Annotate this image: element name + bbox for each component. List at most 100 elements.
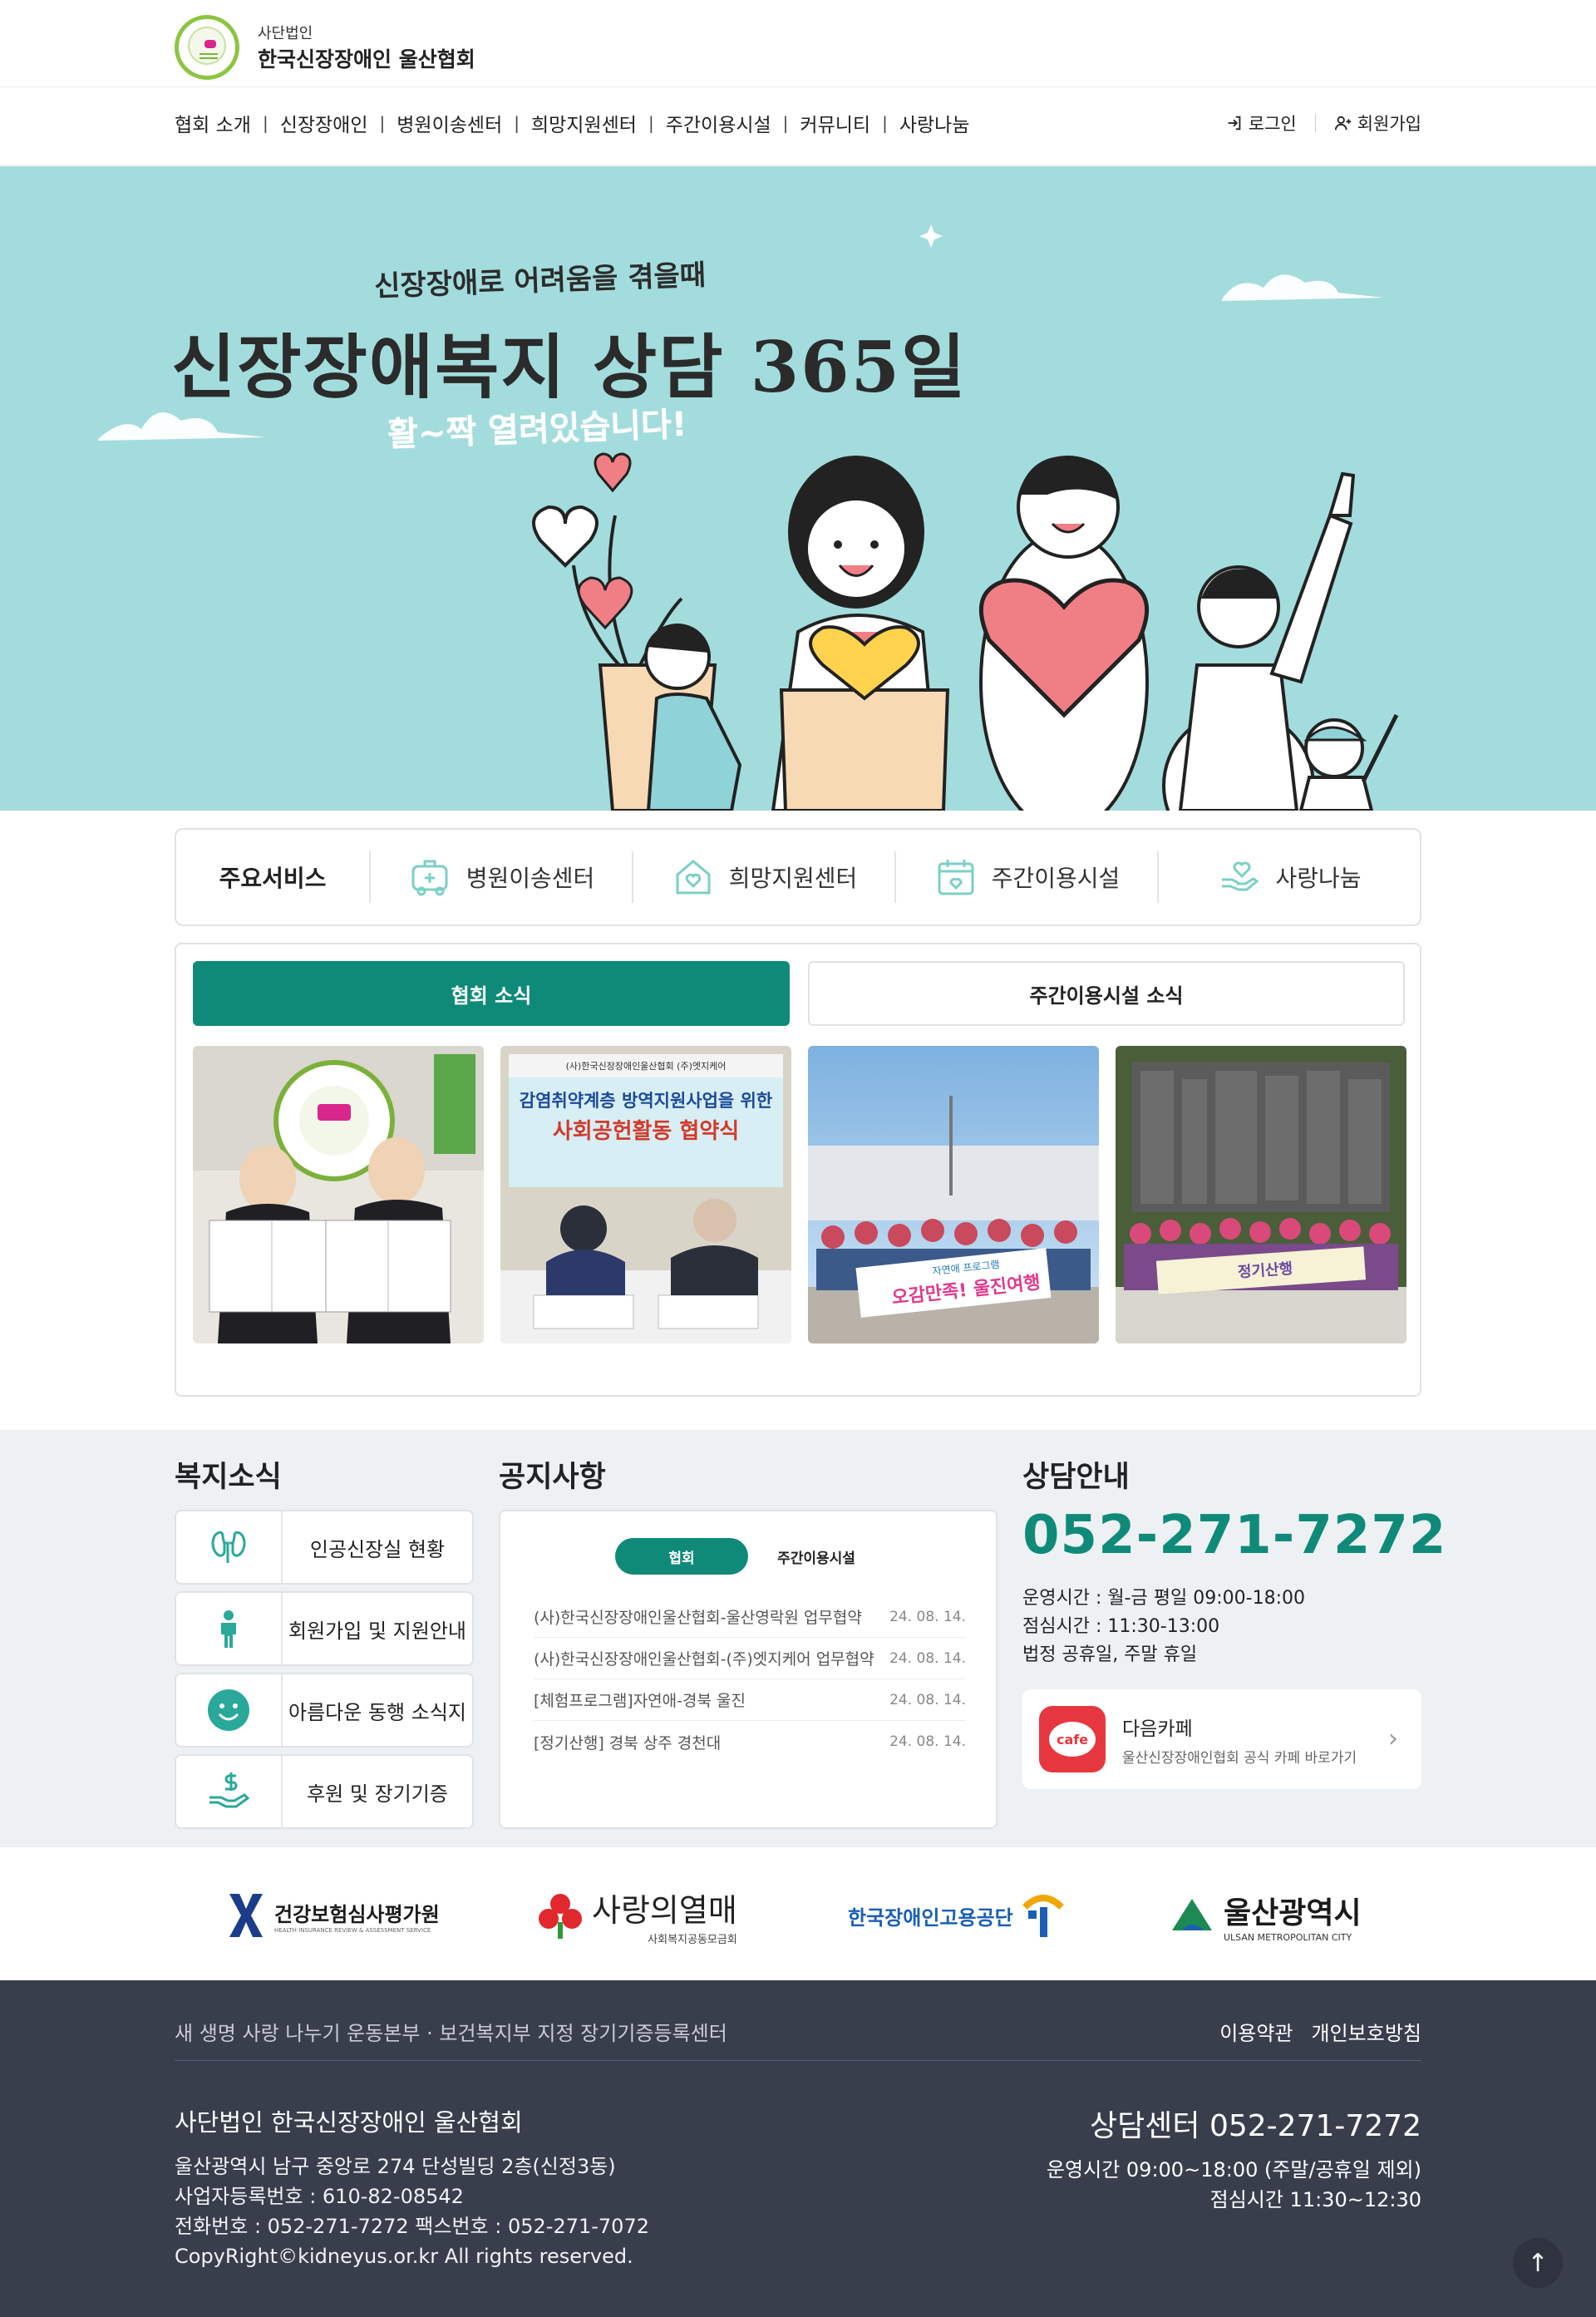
arrow-up-icon: ↑ <box>1527 2248 1549 2278</box>
notice-row[interactable]: (사)한국신장장애인울산협회-울산영락원 업무협약 24. 08. 14. <box>534 1596 966 1638</box>
tab-association-news[interactable]: 협회 소식 <box>193 961 790 1026</box>
signup-link[interactable]: 회원가입 <box>1334 111 1421 136</box>
cafe-icon: cafe <box>1039 1706 1106 1772</box>
nav-item-hope[interactable]: 희망지원센터 <box>531 109 637 137</box>
notice-board: 협회 주간이용시설 (사)한국신장장애인울산협회-울산영락원 업무협약 24. 0… <box>499 1510 998 1829</box>
notice-row[interactable]: (사)한국신장장애인울산협회-(주)엣지케어 업무협약 24. 08. 14. <box>534 1638 966 1679</box>
nav-separator: | <box>882 113 888 133</box>
nav-item-daycare[interactable]: 주간이용시설 <box>666 109 771 137</box>
news-photo[interactable]: 정기산행 <box>1116 1046 1406 1343</box>
notice-text: [체험프로그램]자연애-경북 울진 <box>534 1692 746 1710</box>
news-section: 협회 소식 주간이용시설 소식 (사)한국신장장애인울산협회 (주)엣지케어 감… <box>175 943 1421 1397</box>
terms-link[interactable]: 이용약관 <box>1219 2017 1293 2046</box>
service-hope[interactable]: 희망지원센터 <box>632 851 894 903</box>
partner-sub: 사회복지공동모금회 <box>648 1934 737 1946</box>
footer: 새 생명 사랑 나누기 운동본부 · 보건복지부 지정 장기기증등록센터 이용약… <box>0 1980 1596 2317</box>
notice-row[interactable]: [정기산행] 경북 상주 경천대 24. 08. 14. <box>534 1721 966 1762</box>
partner-hira[interactable]: 건강보험심사평가원 HEALTH INSURANCE REVIEW & ASSE… <box>226 1891 440 1940</box>
notice-row[interactable]: [체험프로그램]자연애-경북 울진 24. 08. 14. <box>534 1679 966 1721</box>
welfare-item-dialysis[interactable]: 인공신장실 현황 <box>175 1510 474 1585</box>
service-daycare[interactable]: 주간이용시설 <box>894 851 1157 903</box>
partner-love-fruit[interactable]: 사랑의열매 사회복지공동모금회 <box>537 1891 737 1946</box>
service-label: 사랑나눔 <box>1275 865 1362 892</box>
banner-title: 사회공헌활동 협약식 <box>552 1119 740 1144</box>
banner-title: 감염취약계층 방역지원사업을 위한 <box>519 1091 773 1111</box>
main-services-bar: 주요서비스 병원이송센터 희망지원센터 주간이용시설 사랑나눔 <box>175 828 1421 926</box>
footer-org-name: 사단법인 한국신장장애인 울산협회 <box>175 2108 523 2137</box>
association-logo[interactable] <box>175 15 239 80</box>
service-transport[interactable]: 병원이송센터 <box>369 851 632 903</box>
kidney-icon <box>211 1531 246 1563</box>
partner-kead[interactable]: 한국장애인고용공단 <box>848 1891 1065 1940</box>
nav-item-sharing[interactable]: 사랑나눔 <box>899 109 970 137</box>
consult-hours: 운영시간 : 월-금 평일 09:00-18:00 <box>1022 1588 1305 1609</box>
cafe-description: 울산신장장애인협회 공식 카페 바로가기 <box>1122 1749 1357 1767</box>
org-prefix: 사단법인 <box>258 25 313 42</box>
tab-daycare-news[interactable]: 주간이용시설 소식 <box>808 961 1405 1026</box>
login-icon <box>1228 116 1241 131</box>
footer-info: 울산광역시 남구 중앙로 274 단성빌딩 2층(신정3동) 사업자등록번호 :… <box>175 2152 649 2271</box>
nav-item-kidney[interactable]: 신장장애인 <box>280 109 368 137</box>
login-label: 로그인 <box>1248 114 1297 134</box>
notice-tab-association[interactable]: 협회 <box>615 1538 748 1575</box>
notice-date: 24. 08. 14. <box>889 1733 966 1750</box>
welfare-item-donation[interactable]: 후원 및 장기기증 <box>175 1754 474 1829</box>
news-photo[interactable] <box>193 1046 484 1343</box>
notice-tab-daycare[interactable]: 주간이용시설 <box>750 1538 883 1575</box>
nav-item-community[interactable]: 커뮤니티 <box>800 109 870 137</box>
service-sharing[interactable]: 사랑나눔 <box>1157 851 1420 903</box>
hero-banner: 신장장애로 어려움을 겪을때 신장장애복지 상담 365일 활~짝 열려있습니다… <box>0 166 1596 811</box>
kead-logo-icon <box>1022 1895 1064 1937</box>
partner-ulsan[interactable]: 울산광역시 ULSAN METROPOLITAN CITY <box>1170 1891 1362 1943</box>
partner-name: 한국장애인고용공단 <box>848 1905 1013 1930</box>
nav-separator: | <box>262 113 268 133</box>
service-label: 희망지원센터 <box>728 865 858 892</box>
calendar-icon <box>938 860 974 895</box>
login-link[interactable]: 로그인 <box>1225 111 1297 136</box>
hero-illustration <box>98 224 1399 811</box>
notice-date: 24. 08. 14. <box>889 1691 966 1708</box>
welfare-title: 복지소식 <box>175 1461 282 1494</box>
donation-icon <box>209 1772 250 1808</box>
footer-hours-line: 운영시간 09:00~18:00 (주말/공휴일 제외) <box>1046 2158 1421 2181</box>
nav-item-transport[interactable]: 병원이송센터 <box>397 109 502 137</box>
footer-address: 울산광역시 남구 중앙로 274 단성빌딩 2층(신정3동) <box>175 2155 616 2178</box>
chevron-right-icon: › <box>1388 1724 1398 1753</box>
partner-logos: 건강보험심사평가원 HEALTH INSURANCE REVIEW & ASSE… <box>0 1847 1596 1980</box>
info-section: 복지소식 공지사항 상담안내 인공신장실 현황 회원가입 및 지원안내 아름다운… <box>0 1430 1596 1847</box>
scroll-to-top-button[interactable]: ↑ <box>1513 2238 1563 2288</box>
welfare-item-label: 인공신장실 현황 <box>309 1537 446 1561</box>
love-fruit-logo-icon <box>539 1894 582 1939</box>
footer-bizno: 사업자등록번호 : 610-82-08542 <box>175 2185 464 2208</box>
signup-label: 회원가입 <box>1357 114 1421 134</box>
privacy-link[interactable]: 개인보호방침 <box>1312 2017 1421 2046</box>
consult-phone[interactable]: 052-271-7272 <box>1022 1505 1446 1566</box>
nav-separator: | <box>514 113 520 133</box>
person-icon <box>221 1610 236 1648</box>
footer-call-center[interactable]: 상담센터 052-271-7272 <box>1090 2102 1421 2145</box>
welfare-item-membership[interactable]: 회원가입 및 지원안내 <box>175 1591 474 1666</box>
service-label: 주간이용시설 <box>991 865 1121 892</box>
smile-icon <box>208 1689 249 1731</box>
partner-sub: ULSAN METROPOLITAN CITY <box>1224 1931 1352 1943</box>
welfare-item-newsletter[interactable]: 아름다운 동행 소식지 <box>175 1673 474 1748</box>
divider <box>0 86 1596 87</box>
consult-lunch: 점심시간 : 11:30-13:00 <box>1022 1616 1220 1637</box>
org-name[interactable]: 한국신장장애인 울산협회 <box>258 43 475 73</box>
welfare-item-label: 회원가입 및 지원안내 <box>288 1619 466 1643</box>
ulsan-logo-icon <box>1172 1899 1212 1930</box>
news-photo[interactable]: (사)한국신장장애인울산협회 (주)엣지케어 감염취약계층 방역지원사업을 위한… <box>500 1046 791 1343</box>
footer-tel: 전화번호 : 052-271-7272 팩스번호 : 052-271-7072 <box>175 2215 649 2238</box>
footer-lunch-line: 점심시간 11:30~12:30 <box>1209 2188 1421 2211</box>
consult-holidays: 법정 공휴일, 주말 휴일 <box>1022 1644 1198 1665</box>
nav-separator: | <box>648 113 654 133</box>
main-nav: 협회 소개 | 신장장애인 | 병원이송센터 | 희망지원센터 | 주간이용시설 | 커뮤… <box>175 106 969 140</box>
nav-item-about[interactable]: 협회 소개 <box>175 109 251 137</box>
hero-title: 신장장애복지 상담 365일 <box>171 326 968 408</box>
daum-cafe-link[interactable]: cafe 다음카페 울산신장장애인협회 공식 카페 바로가기 › <box>1022 1689 1421 1789</box>
notice-date: 24. 08. 14. <box>889 1649 966 1667</box>
user-add-icon <box>1334 116 1351 131</box>
footer-copyright: CopyRight©kidneyus.or.kr All rights rese… <box>175 2245 633 2268</box>
news-photo[interactable]: 자연애 프로그램 오감만족! 울진여행 <box>808 1046 1099 1343</box>
banner-org: (사)한국신장장애인울산협회 (주)엣지케어 <box>565 1061 727 1072</box>
